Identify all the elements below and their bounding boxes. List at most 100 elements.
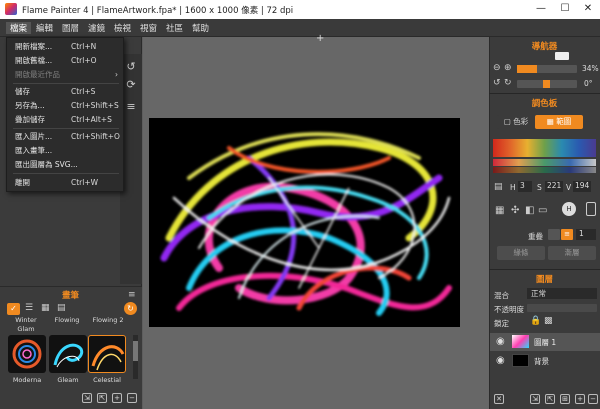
tab-color-label: 色彩 <box>513 117 529 126</box>
menu-filter[interactable]: 濾鏡 <box>84 22 109 34</box>
zoom-value: 34% <box>582 64 599 73</box>
menu-import-image[interactable]: 匯入圖片... Ctrl+Shift+O <box>7 130 123 144</box>
layer-name: 背景 <box>534 357 549 366</box>
h-input[interactable]: 3 <box>518 181 532 192</box>
maximize-button[interactable]: ☐ <box>556 2 574 16</box>
s-label: S <box>537 183 542 192</box>
pipette-icon[interactable]: ◧ <box>525 205 534 216</box>
app-icon <box>5 3 17 15</box>
merge-icon[interactable]: ⊞ <box>560 394 570 404</box>
add-icon[interactable]: + <box>112 393 122 403</box>
zoom-in-icon[interactable]: ⊕ <box>504 63 512 73</box>
square-icon[interactable] <box>586 202 596 216</box>
menu-view[interactable]: 檢視 <box>110 22 135 34</box>
sync-icon[interactable]: ↻ <box>124 302 137 315</box>
zoom-slider[interactable] <box>517 65 577 73</box>
brush-thumb-moderna[interactable] <box>8 335 46 373</box>
lock-icon[interactable]: 🔒 <box>530 316 541 326</box>
rotate-right-icon[interactable]: ↻ <box>504 78 512 88</box>
brush-thumb-gleam[interactable] <box>49 335 87 373</box>
scrollbar-thumb[interactable] <box>133 341 138 361</box>
reset-button[interactable]: 緣條 <box>497 246 545 260</box>
menu-open-file[interactable]: 開啟舊檔... Ctrl+O <box>7 54 123 68</box>
menu-icon[interactable]: ≡ <box>128 290 136 300</box>
reset-icon[interactable]: ↺ <box>123 60 139 74</box>
delete-layer-icon[interactable]: − <box>588 394 598 404</box>
navigator-preview-icon[interactable] <box>555 52 569 60</box>
brush-scrollbar[interactable] <box>133 335 138 379</box>
keyboard-icon[interactable]: ▤ <box>494 182 503 192</box>
zoom-out-icon[interactable]: ⊖ <box>493 63 501 73</box>
minimize-button[interactable]: — <box>532 2 550 16</box>
s-input[interactable]: 221 <box>545 181 563 192</box>
swatch-row[interactable] <box>493 167 596 173</box>
grid-small-icon[interactable]: ▤ <box>57 303 66 313</box>
grid-icon[interactable]: ▦ <box>495 205 504 216</box>
menu-item-shortcut: Ctrl+S <box>71 87 96 96</box>
opacity-label: 不透明度 <box>494 305 524 314</box>
add-layer-icon[interactable]: + <box>575 394 585 404</box>
menu-save[interactable]: 儲存 Ctrl+S <box>7 85 123 99</box>
menu-incremental-save[interactable]: 疊加儲存 Ctrl+Alt+S <box>7 113 123 127</box>
menu-save-as[interactable]: 另存為... Ctrl+Shift+S <box>7 99 123 113</box>
delete-icon[interactable]: − <box>127 393 137 403</box>
import-icon[interactable]: ⇲ <box>82 393 92 403</box>
layer-row[interactable]: ◉ 圖層 1 <box>490 333 600 351</box>
mode-label: 重疊 <box>528 232 543 241</box>
menu-edit[interactable]: 編輯 <box>32 22 57 34</box>
menu-new-file[interactable]: 開新檔案... Ctrl+N <box>7 40 123 54</box>
menu-exit[interactable]: 離開 Ctrl+W <box>7 176 123 190</box>
rotate-slider[interactable] <box>517 80 577 88</box>
export-icon[interactable]: ⇱ <box>97 393 107 403</box>
menu-item-label: 儲存 <box>15 87 30 96</box>
clear-icon[interactable]: ✕ <box>494 394 504 404</box>
brushes-title: 畫筆 <box>62 291 80 301</box>
layers-title: 圖層 <box>535 275 553 285</box>
tab-palette-label: 範圖 <box>556 117 572 126</box>
count-input[interactable]: 1 <box>576 229 596 240</box>
gradient-button[interactable]: 漸層 <box>548 246 596 260</box>
menu-file[interactable]: 檔案 <box>6 22 32 34</box>
menu-export-svg[interactable]: 匯出圖層為 SVG... <box>7 158 123 172</box>
eraser-icon[interactable]: ▭ <box>538 205 547 216</box>
mode-option-b[interactable]: ≡ <box>561 229 573 240</box>
menu-icon[interactable]: ≡ <box>123 100 139 114</box>
brush-thumb-celestial[interactable] <box>88 335 126 373</box>
grid-view-icon[interactable]: ▦ <box>41 303 50 313</box>
lock-pixels-icon[interactable]: ▩ <box>544 316 553 326</box>
mode-option-a[interactable] <box>548 229 560 240</box>
import-icon[interactable]: ⇲ <box>530 394 540 404</box>
move-icon[interactable]: ✣ <box>511 205 519 216</box>
navigator-title: 導航器 <box>531 42 558 52</box>
menu-layer[interactable]: 圖層 <box>58 22 83 34</box>
divider <box>489 93 600 94</box>
blend-select[interactable]: 正常 <box>527 288 597 299</box>
refresh-icon[interactable]: ⟳ <box>123 78 139 92</box>
zoom-slider-fill <box>517 65 537 73</box>
gradient-row[interactable] <box>493 139 596 157</box>
list-view-icon[interactable]: ☰ <box>25 303 33 313</box>
check-icon[interactable]: ✓ <box>7 303 20 315</box>
opacity-slider[interactable] <box>527 304 597 312</box>
eye-icon[interactable]: ◉ <box>496 336 505 347</box>
color-palette-grid[interactable] <box>493 139 596 173</box>
brush-label: Winter <box>15 316 37 324</box>
tab-palette[interactable]: ▦ 範圖 <box>535 115 583 129</box>
menu-item-shortcut: Ctrl+O <box>71 56 97 65</box>
menu-import-brush[interactable]: 匯入畫筆... <box>7 144 123 158</box>
menu-window[interactable]: 視窗 <box>136 22 161 34</box>
artwork-canvas[interactable] <box>149 118 460 327</box>
rotate-left-icon[interactable]: ↺ <box>493 78 501 88</box>
layer-row[interactable]: ◉ 背景 <box>490 352 600 370</box>
menu-recent-files[interactable]: 開啟最近作品 › <box>7 68 123 82</box>
close-button[interactable]: ✕ <box>579 2 597 16</box>
brush-label: Gleam <box>57 376 79 384</box>
tab-color[interactable]: ▢ 色彩 <box>497 115 535 129</box>
v-input[interactable]: 194 <box>573 181 591 192</box>
menu-help[interactable]: 幫助 <box>188 22 213 34</box>
eye-icon[interactable]: ◉ <box>496 355 505 366</box>
menu-community[interactable]: 社區 <box>162 22 187 34</box>
export-icon[interactable]: ⇱ <box>545 394 555 404</box>
swatch-row[interactable] <box>493 159 596 166</box>
hardness-icon[interactable]: H <box>562 202 576 216</box>
